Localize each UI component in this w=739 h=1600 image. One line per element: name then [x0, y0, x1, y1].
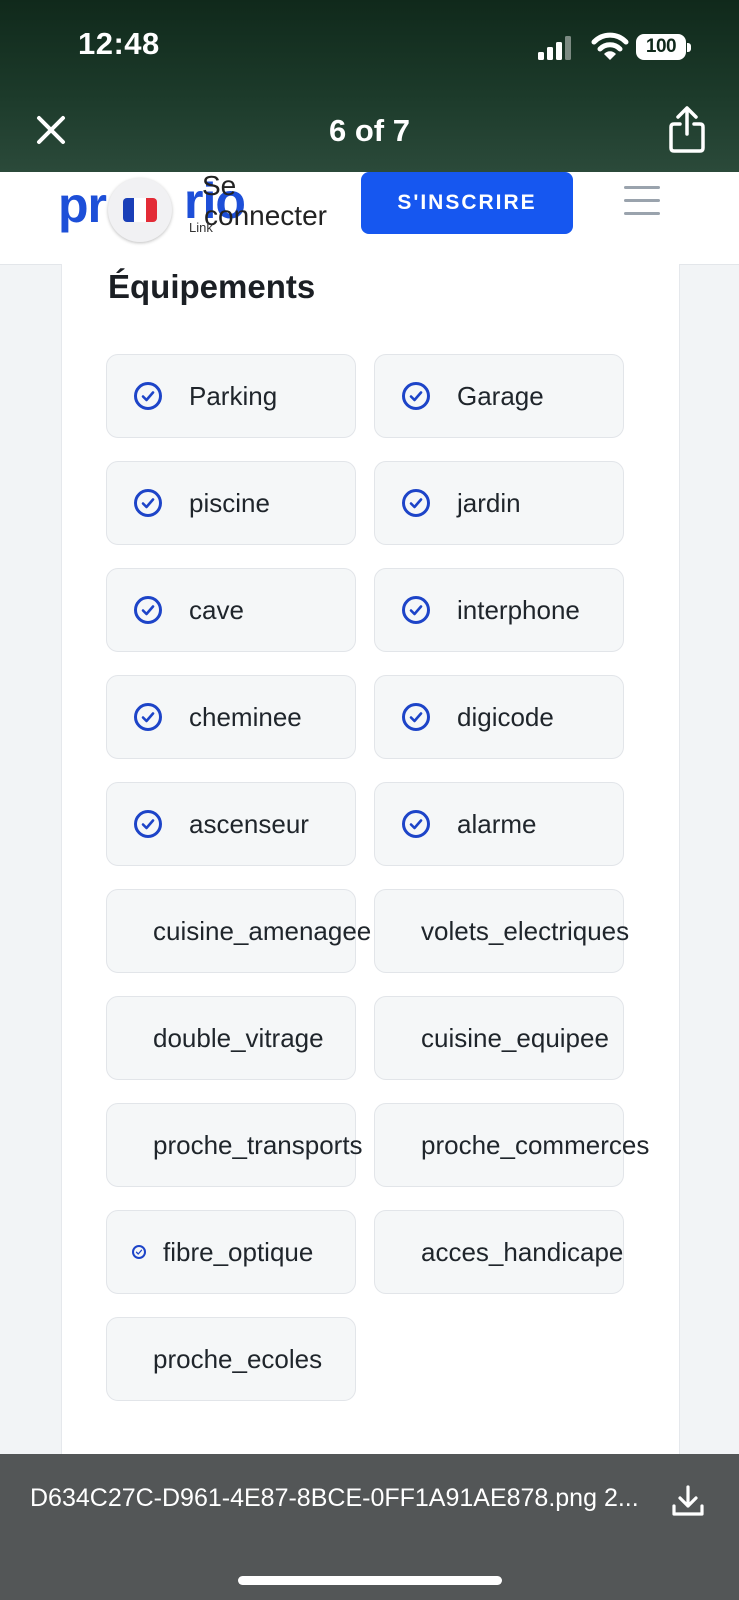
amenity-chip[interactable]: acces_handicape — [374, 1210, 624, 1294]
site-header: pr rio Se connecter Link S'INSCRIRE — [0, 170, 739, 265]
amenity-chip[interactable]: cuisine_equipee — [374, 996, 624, 1080]
signup-button[interactable]: S'INSCRIRE — [361, 172, 573, 234]
amenities-card: Équipements Parking Garage piscine jardin ca… — [61, 264, 680, 1454]
site-logo[interactable]: pr rio — [58, 173, 246, 234]
login-link-line2[interactable]: connecter — [204, 200, 327, 232]
amenity-chip[interactable]: double_vitrage — [106, 996, 356, 1080]
amenity-chip[interactable]: proche_transports — [106, 1103, 363, 1187]
amenity-chip[interactable]: digicode — [374, 675, 624, 759]
amenity-chip[interactable]: interphone — [374, 568, 624, 652]
amenity-chip[interactable]: cuisine_amenagee — [106, 889, 371, 973]
check-circle-icon — [402, 382, 430, 410]
amenity-label: fibre_optique — [163, 1236, 314, 1267]
amenity-chip[interactable]: jardin — [374, 461, 624, 545]
amenity-chip[interactable]: cave — [106, 568, 356, 652]
download-filename: D634C27C-D961-4E87-8BCE-0FF1A91AE878.png… — [30, 1484, 639, 1512]
amenity-label: double_vitrage — [153, 1022, 324, 1053]
amenity-label: Parking — [189, 380, 278, 411]
home-indicator[interactable] — [238, 1576, 502, 1585]
check-circle-icon — [402, 703, 430, 731]
amenity-chip[interactable]: proche_ecoles — [106, 1317, 356, 1401]
check-circle-icon — [402, 596, 430, 624]
check-circle-icon — [134, 489, 162, 517]
amenity-label: Garage — [457, 380, 544, 411]
battery-icon: 100 — [636, 34, 691, 60]
amenity-label: ascenseur — [189, 808, 309, 839]
amenity-label: alarme — [457, 808, 537, 839]
login-link-line1[interactable]: Se — [202, 170, 236, 202]
amenity-chip[interactable]: volets_electriques — [374, 889, 629, 973]
share-icon[interactable] — [667, 104, 707, 154]
amenity-chip[interactable]: cheminee — [106, 675, 356, 759]
check-circle-icon — [134, 703, 162, 731]
logo-text-left: pr — [58, 177, 107, 233]
amenity-chip[interactable]: alarme — [374, 782, 624, 866]
viewer-top-bar: 12:48 100 6 of 7 — [0, 0, 739, 172]
amenity-label: proche_ecoles — [153, 1343, 323, 1374]
check-circle-icon — [134, 810, 162, 838]
amenity-chip[interactable]: Garage — [374, 354, 624, 438]
amenity-chip[interactable]: fibre_optique — [106, 1210, 356, 1294]
check-circle-icon — [134, 382, 162, 410]
battery-level: 100 — [645, 36, 677, 57]
amenity-label: cheminee — [189, 701, 302, 732]
amenity-label: cave — [189, 594, 244, 625]
amenity-chip[interactable]: Parking — [106, 354, 356, 438]
check-circle-icon — [402, 489, 430, 517]
amenity-chip[interactable]: piscine — [106, 461, 356, 545]
cellular-signal-icon — [538, 36, 571, 60]
amenity-label: piscine — [189, 487, 270, 518]
amenity-label: interphone — [457, 594, 580, 625]
download-icon[interactable] — [671, 1484, 705, 1518]
amenity-chip[interactable]: ascenseur — [106, 782, 356, 866]
france-flag-icon — [123, 198, 157, 222]
section-title: Équipements — [108, 268, 316, 305]
amenity-label: acces_handicape — [421, 1236, 624, 1267]
hamburger-menu-icon[interactable] — [624, 186, 660, 218]
image-counter: 6 of 7 — [329, 113, 410, 148]
language-selector[interactable] — [108, 178, 172, 242]
wifi-icon — [591, 32, 629, 60]
amenity-label: digicode — [457, 701, 554, 732]
status-time: 12:48 — [78, 26, 160, 61]
amenity-label: cuisine_amenagee — [153, 915, 372, 946]
amenity-label: proche_commerces — [421, 1129, 650, 1160]
amenity-label: proche_transports — [153, 1129, 363, 1160]
amenity-label: jardin — [457, 487, 521, 518]
check-circle-icon — [134, 596, 162, 624]
amenity-label: volets_electriques — [421, 915, 630, 946]
amenity-chip[interactable]: proche_commerces — [374, 1103, 649, 1187]
check-circle-icon — [402, 810, 430, 838]
login-link-alt-text: Link — [189, 220, 213, 235]
check-circle-icon — [132, 1245, 146, 1259]
amenity-label: cuisine_equipee — [421, 1022, 609, 1053]
